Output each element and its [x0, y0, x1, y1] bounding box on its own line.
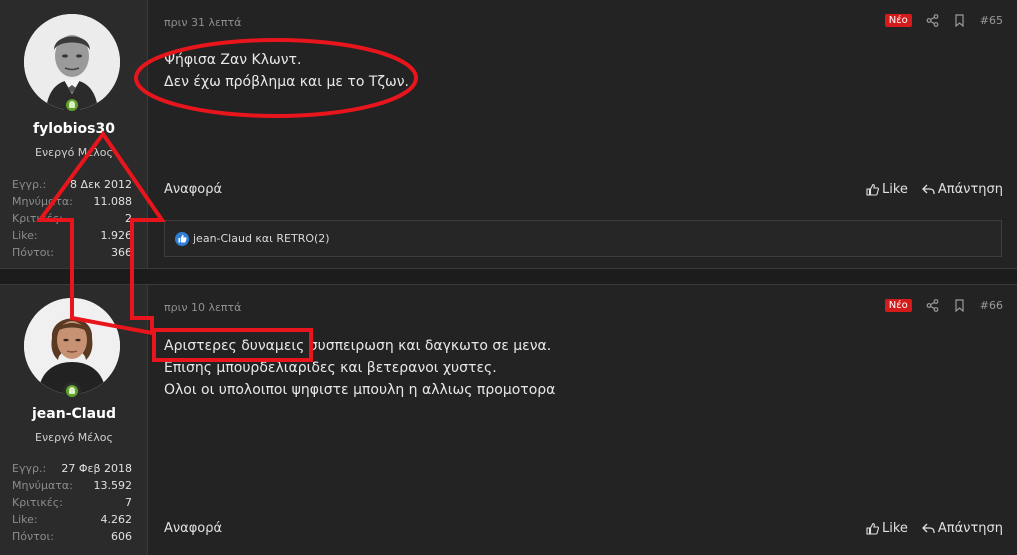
post-header-actions: Νέο #66 — [884, 299, 1003, 312]
reactions-summary[interactable]: jean-Claud και RETRO(2) — [193, 232, 330, 245]
user-stats: Εγγρ.: 8 Δεκ 2012 Μηνύματα: 11.088 Κριτικέ… — [12, 176, 132, 261]
stat-reviews: Κριτικές: 7 — [12, 496, 132, 509]
user-title: Ενεργό Μέλος — [35, 146, 113, 159]
post-header-actions: Νέο #65 — [884, 14, 1003, 27]
username[interactable]: fylobios30 — [0, 121, 148, 137]
reply-icon — [921, 522, 935, 535]
new-badge: Νέο — [884, 299, 912, 312]
stat-reviews: Κριτικές: 2 — [12, 212, 132, 225]
reply-button[interactable]: Απάντηση — [921, 182, 1003, 197]
like-label: Like — [881, 521, 908, 536]
bookmark-icon[interactable] — [953, 299, 966, 312]
thumbs-up-icon — [866, 183, 879, 196]
new-badge: Νέο — [884, 14, 912, 27]
share-icon[interactable] — [926, 14, 939, 27]
post-divider — [0, 268, 1017, 285]
user-cell: fylobios30 Ενεργό Μέλος Εγγρ.: 8 Δεκ 2012… — [0, 0, 148, 268]
reply-button[interactable]: Απάντηση — [921, 521, 1003, 536]
stat-messages: Μηνύματα: 13.592 — [12, 479, 132, 492]
post-body-line: Επισης μπουρδελιαριδες και βετερανοι χυσ… — [164, 360, 497, 376]
online-status-icon — [63, 382, 81, 400]
like-button[interactable]: Like — [866, 182, 908, 197]
bookmark-icon[interactable] — [953, 14, 966, 27]
like-button[interactable]: Like — [866, 521, 908, 536]
post-body: Αριστερες δυναμεις συσπειρωση και δαγκωτ… — [164, 335, 555, 401]
post-body: Ψήφισα Ζαν Κλωντ. Δεν έχω πρόβλημα και μ… — [164, 49, 409, 93]
reactions-bar[interactable]: jean-Claud και RETRO(2) — [164, 220, 1002, 257]
post-number[interactable]: #65 — [980, 14, 1003, 27]
post-time[interactable]: πριν 10 λεπτά — [164, 301, 241, 314]
online-status-icon — [63, 96, 81, 114]
user-title: Ενεργό Μέλος — [35, 431, 113, 444]
post-footer-actions: Like Απάντηση — [866, 521, 1003, 536]
stat-likes: Like: 4.262 — [12, 513, 132, 526]
post-content: πριν 10 λεπτά Νέο #66 Αριστερες δυναμεις… — [148, 285, 1017, 555]
stat-likes: Like: 1.926 — [12, 229, 132, 242]
post-number[interactable]: #66 — [980, 299, 1003, 312]
stat-messages: Μηνύματα: 11.088 — [12, 195, 132, 208]
thumbs-up-icon — [866, 522, 879, 535]
stat-points: Πόντοι: 606 — [12, 530, 132, 543]
reply-icon — [921, 183, 935, 196]
share-icon[interactable] — [926, 299, 939, 312]
like-label: Like — [881, 182, 908, 197]
post-body-line: Αριστερες δυναμεις συσπειρωση και δαγκωτ… — [164, 338, 552, 354]
like-reaction-icon — [175, 231, 189, 246]
post-65: fylobios30 Ενεργό Μέλος Εγγρ.: 8 Δεκ 2012… — [0, 0, 1017, 268]
reply-label: Απάντηση — [937, 521, 1003, 536]
post-time[interactable]: πριν 31 λεπτά — [164, 16, 241, 29]
stat-joined: Εγγρ.: 8 Δεκ 2012 — [12, 178, 132, 191]
reply-label: Απάντηση — [937, 182, 1003, 197]
report-link[interactable]: Αναφορά — [164, 182, 222, 197]
report-link[interactable]: Αναφορά — [164, 521, 222, 536]
stat-points: Πόντοι: 366 — [12, 246, 132, 259]
user-stats: Εγγρ.: 27 Φεβ 2018 Μηνύματα: 13.592 Κριτικ… — [12, 460, 132, 545]
avatar-portrait-icon — [24, 298, 120, 394]
post-body-line: Ψήφισα Ζαν Κλωντ. — [164, 52, 302, 68]
post-body-line: Ολοι οι υπολοιποι ψηφιστε μπουλη η αλλιω… — [164, 382, 556, 398]
post-66: jean-Claud Ενεργό Μέλος Εγγρ.: 27 Φεβ 201… — [0, 285, 1017, 555]
avatar[interactable] — [24, 298, 120, 394]
stat-joined: Εγγρ.: 27 Φεβ 2018 — [12, 462, 132, 475]
thread: fylobios30 Ενεργό Μέλος Εγγρ.: 8 Δεκ 2012… — [0, 0, 1017, 555]
username[interactable]: jean-Claud — [0, 406, 148, 422]
post-body-line: Δεν έχω πρόβλημα και με το Τζων. — [164, 74, 409, 90]
post-footer-actions: Like Απάντηση — [866, 182, 1003, 197]
user-cell: jean-Claud Ενεργό Μέλος Εγγρ.: 27 Φεβ 201… — [0, 285, 148, 555]
post-content: πριν 31 λεπτά Νέο #65 Ψήφισα Ζαν Κλωντ. … — [148, 0, 1017, 268]
